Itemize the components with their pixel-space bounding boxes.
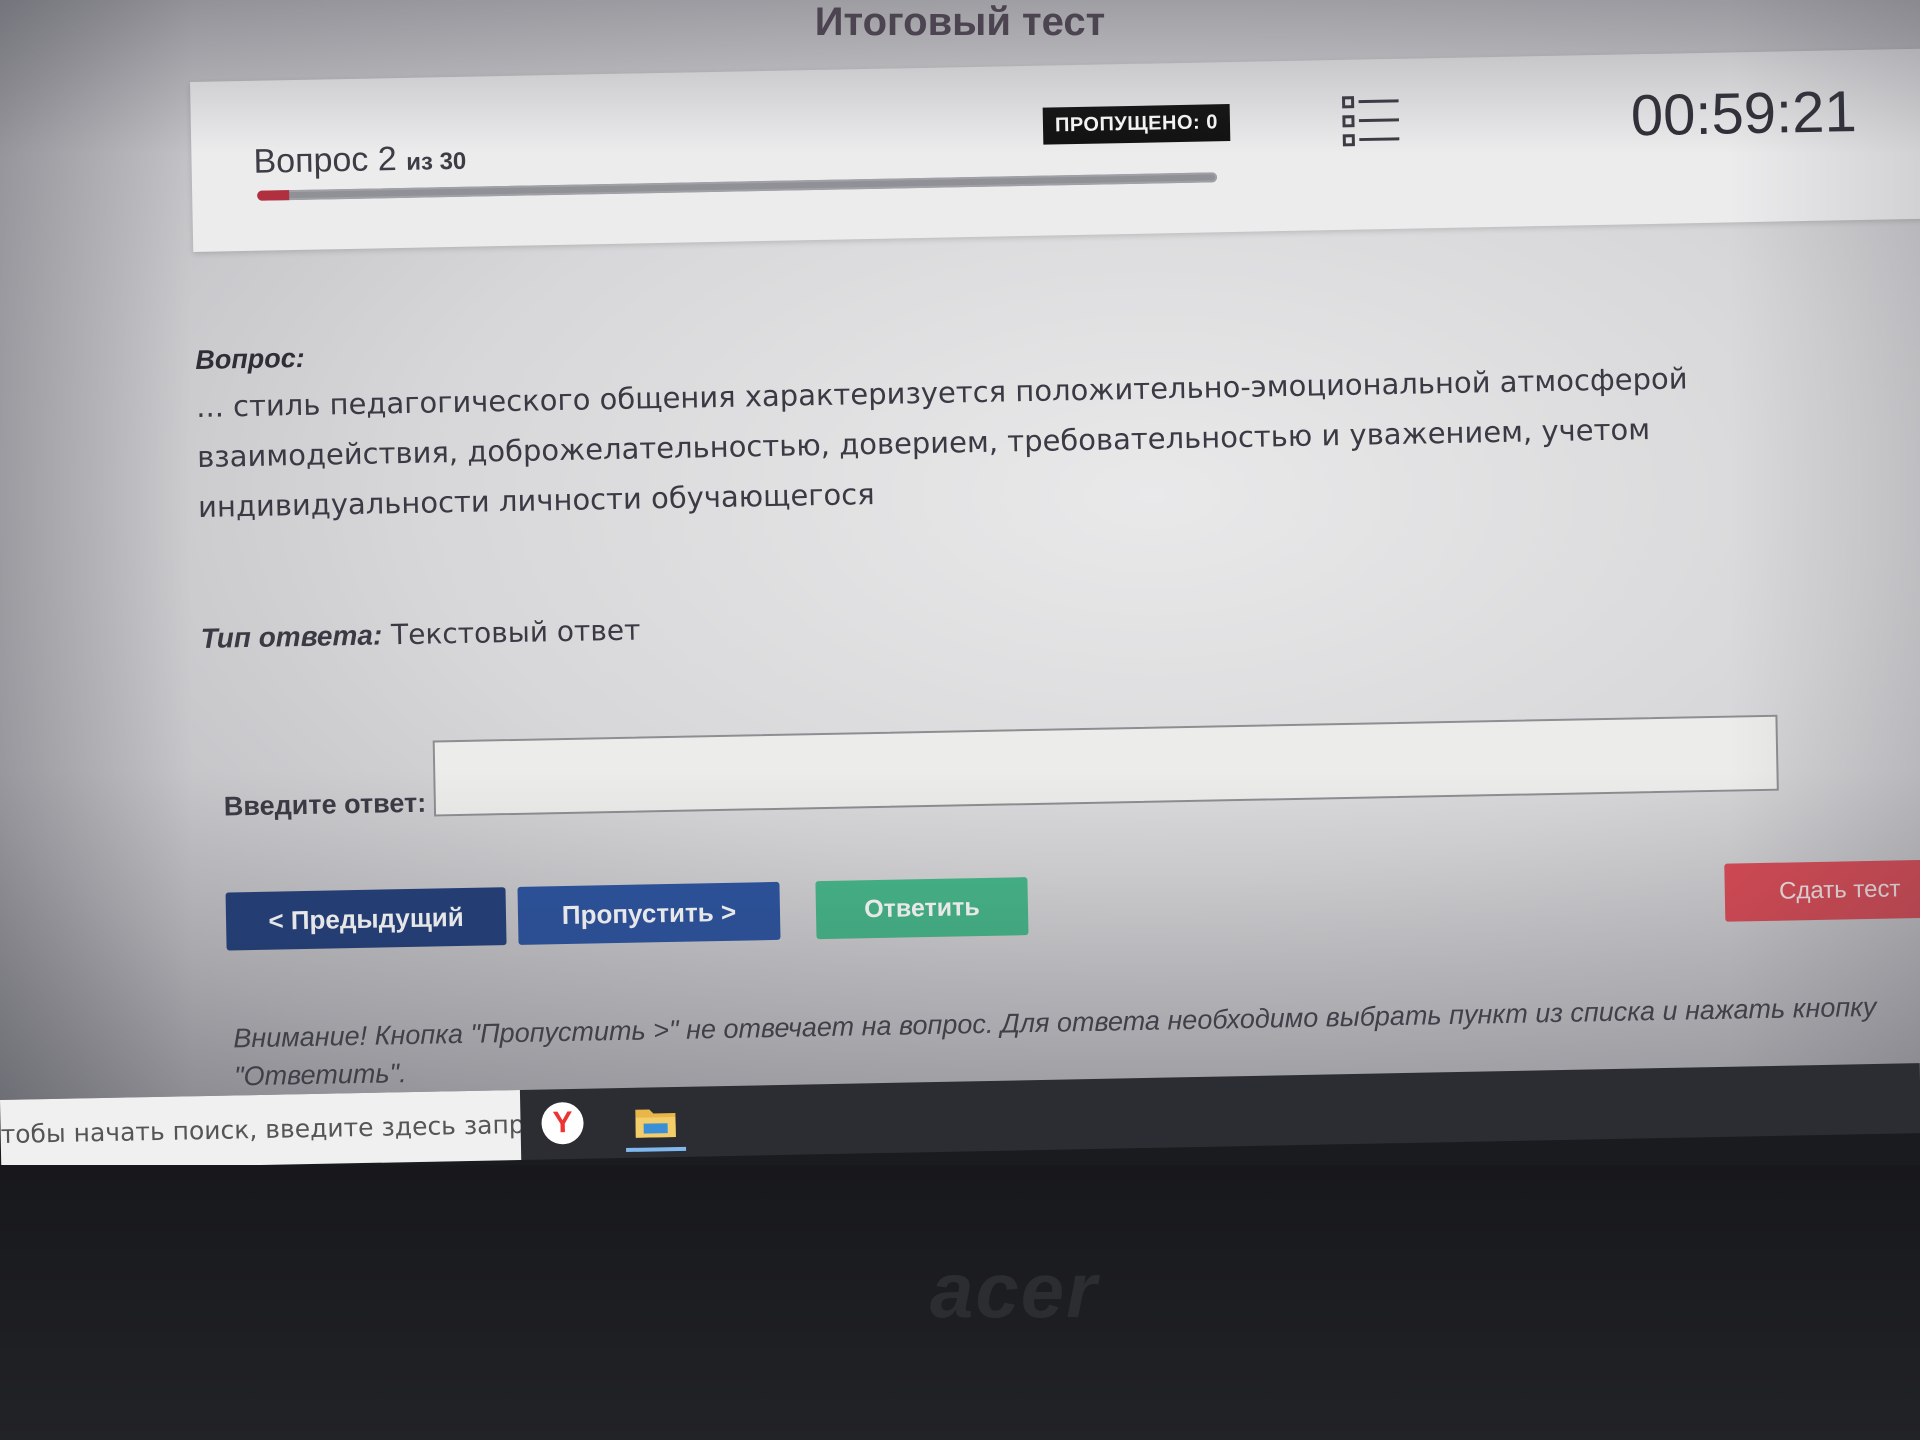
question-list-icon[interactable] xyxy=(1340,94,1401,150)
screen: Итоговый тест Вопрос 2 из 30 ПРОПУЩЕНО: … xyxy=(0,0,1920,1100)
answer-type-label: Тип ответа: xyxy=(200,619,383,654)
yandex-browser-icon[interactable]: Y xyxy=(532,1097,593,1150)
question-counter: Вопрос 2 из 30 xyxy=(253,139,466,182)
countdown-timer: 00:59:21 xyxy=(1630,79,1858,149)
skip-button[interactable]: Пропустить > xyxy=(517,881,781,945)
question-content: Вопрос: ... стиль педагогического общени… xyxy=(195,312,1920,1091)
question-number: Вопрос 2 xyxy=(253,140,398,181)
answer-button[interactable]: Ответить xyxy=(815,877,1029,940)
page-title: Итоговый тест xyxy=(814,0,1106,44)
test-header-panel: Вопрос 2 из 30 ПРОПУЩЕНО: 0 00:59:21 xyxy=(190,48,1920,252)
answer-input-label: Введите ответ: xyxy=(223,787,427,822)
previous-button[interactable]: < Предыдущий xyxy=(225,887,507,951)
file-explorer-icon[interactable] xyxy=(625,1094,687,1152)
submit-test-button[interactable]: Сдать тест xyxy=(1724,859,1920,922)
answer-row: Введите ответ: xyxy=(223,714,1780,822)
answer-textarea[interactable] xyxy=(433,714,1780,817)
question-total: из 30 xyxy=(405,147,467,176)
answer-type: Тип ответа: Текстовый ответ xyxy=(200,589,1900,655)
question-text: ... стиль педагогического общения характ… xyxy=(195,361,1688,524)
answer-type-value: Текстовый ответ xyxy=(390,613,641,652)
monitor-brand-logo: acer xyxy=(930,1246,1099,1334)
skipped-badge: ПРОПУЩЕНО: 0 xyxy=(1042,104,1231,145)
taskbar-search[interactable]: тобы начать поиск, введите здесь запрос xyxy=(0,1090,522,1170)
progress-fill xyxy=(257,190,289,201)
